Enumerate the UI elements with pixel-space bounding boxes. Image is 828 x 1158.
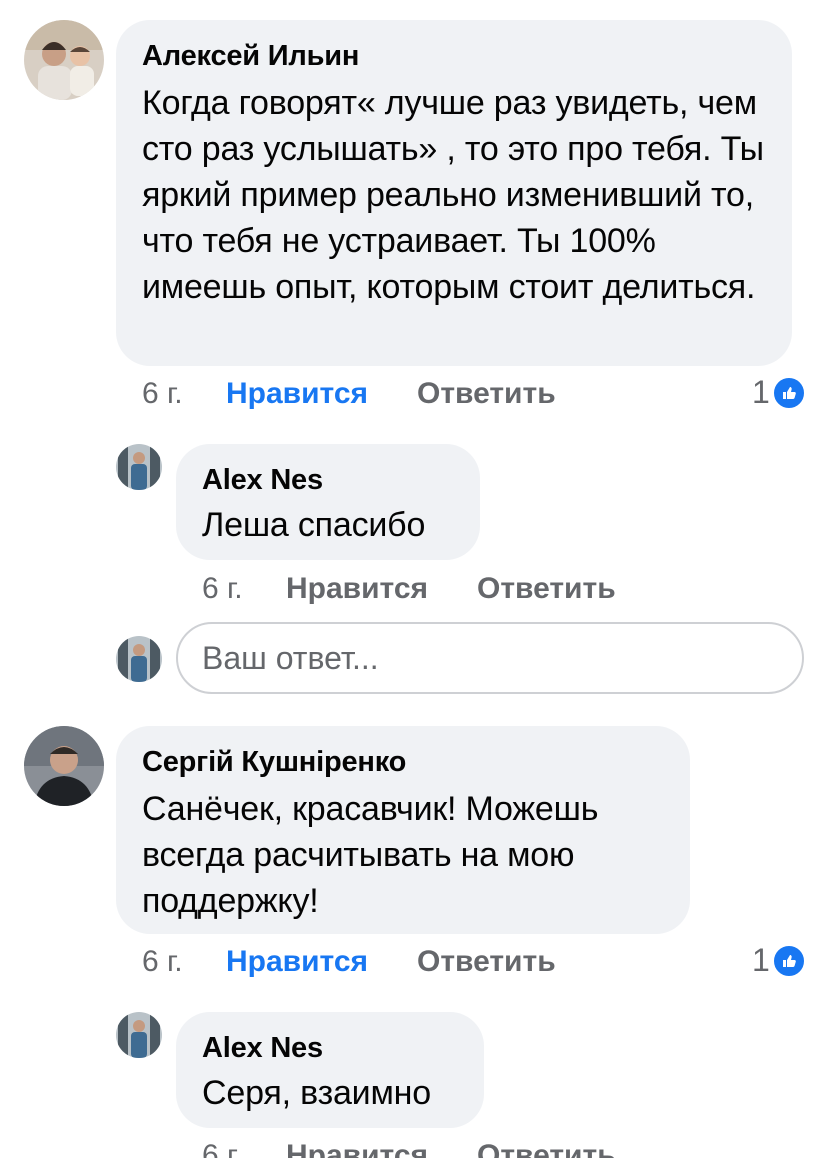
reply-input[interactable]: Ваш ответ... xyxy=(176,622,804,694)
comment-actions: 6 г. Нравится Ответить xyxy=(142,944,782,980)
reply-bubble: Alex Nes Леша спасибо xyxy=(176,444,480,560)
reply-button[interactable]: Ответить xyxy=(417,376,556,412)
reply-author[interactable]: Alex Nes xyxy=(202,462,454,498)
reply-bubble: Alex Nes Серя, взаимно xyxy=(176,1012,484,1128)
comment-text: Санёчек, красавчик! Можешь всегда расчит… xyxy=(142,790,599,920)
reply-button[interactable]: Ответить xyxy=(477,571,616,607)
comment-time[interactable]: 6 г. xyxy=(142,376,183,412)
comment-actions: 6 г. Нравится Ответить xyxy=(142,376,782,412)
reply-actions: 6 г. Нравится Ответить xyxy=(202,1138,782,1158)
like-button[interactable]: Нравится xyxy=(286,571,428,607)
reply-text: Серя, взаимно xyxy=(202,1074,431,1112)
reaction-number: 1 xyxy=(752,942,770,978)
reply-button[interactable]: Ответить xyxy=(417,944,556,980)
comment-author[interactable]: Алексей Ильин xyxy=(142,38,766,74)
reaction-count[interactable]: 1 xyxy=(752,942,806,979)
comment-text: Когда говорят« лучше раз увидеть, чем ст… xyxy=(142,84,764,306)
reply-button[interactable]: Ответить xyxy=(477,1138,616,1158)
reply-text: Леша спасибо xyxy=(202,506,426,544)
like-button[interactable]: Нравится xyxy=(286,1138,428,1158)
comment-bubble: Алексей Ильин Когда говорят« лучше раз у… xyxy=(116,20,792,366)
avatar-current-user xyxy=(116,636,162,682)
reply-time[interactable]: 6 г. xyxy=(202,571,243,607)
like-button[interactable]: Нравится xyxy=(226,376,368,412)
like-button[interactable]: Нравится xyxy=(226,944,368,980)
reaction-count[interactable]: 1 xyxy=(752,374,806,411)
like-reaction-icon xyxy=(771,375,806,410)
reply-author[interactable]: Alex Nes xyxy=(202,1030,458,1066)
reply-actions: 6 г. Нравится Ответить xyxy=(202,571,782,607)
comment-author[interactable]: Сергій Кушніренко xyxy=(142,744,664,780)
avatar-alex-nes[interactable] xyxy=(116,1012,162,1058)
reply-input-placeholder: Ваш ответ... xyxy=(202,639,379,676)
reply-time[interactable]: 6 г. xyxy=(202,1138,243,1158)
avatar-sergii[interactable] xyxy=(24,726,104,806)
reaction-number: 1 xyxy=(752,374,770,410)
comment-bubble: Сергій Кушніренко Санёчек, красавчик! Мо… xyxy=(116,726,690,934)
avatar-alex-nes[interactable] xyxy=(116,444,162,490)
comment-time[interactable]: 6 г. xyxy=(142,944,183,980)
avatar-aleksey[interactable] xyxy=(24,20,104,100)
like-reaction-icon xyxy=(771,943,806,978)
